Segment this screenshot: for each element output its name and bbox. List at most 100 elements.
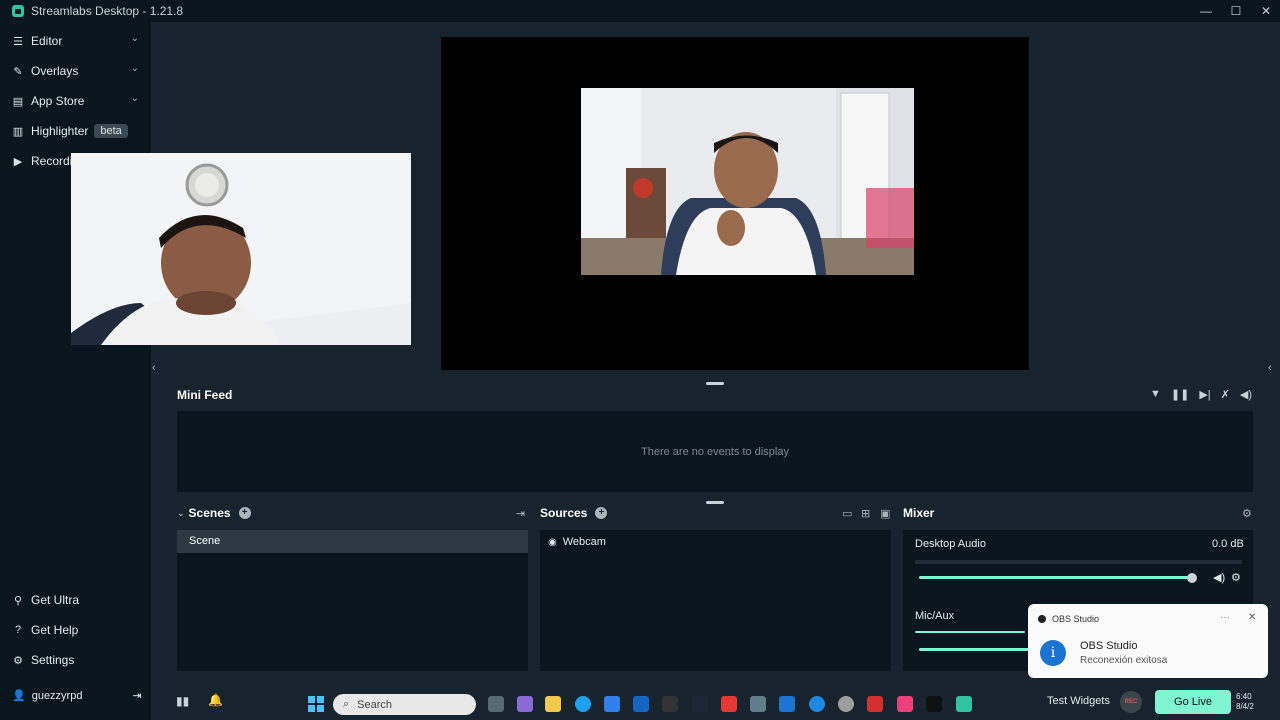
sidebar-item-get-help[interactable]: ? Get Help xyxy=(0,618,151,642)
task-view-icon[interactable] xyxy=(488,696,504,712)
app-icon[interactable] xyxy=(897,696,913,712)
chevron-down-icon[interactable]: ⌄ xyxy=(131,93,139,104)
feed-resize-handle[interactable] xyxy=(706,382,724,385)
overlay-icon: ✎ xyxy=(13,65,23,78)
filter-icon[interactable]: ▼ xyxy=(1150,388,1161,401)
edge-icon[interactable] xyxy=(575,696,591,712)
scenes-list: Scene xyxy=(177,530,528,671)
sidebar-item-settings[interactable]: ⚙ Settings xyxy=(0,648,151,672)
notification-message: Reconexión exitosa xyxy=(1080,655,1168,666)
app-icon[interactable] xyxy=(867,696,883,712)
clock-time: 6:40 xyxy=(1236,692,1252,701)
toast-notification[interactable]: OBS Studio ··· ✕ i OBS Studio Reconexión… xyxy=(1028,604,1268,678)
mini-feed-controls: ▼ ❚❚ ▶| ✗ ◀) xyxy=(1150,388,1252,401)
outlook-icon[interactable] xyxy=(633,696,649,712)
sidebar-item-editor[interactable]: ☰ Editor ⌄ xyxy=(0,29,151,53)
notification-app: OBS Studio xyxy=(1038,614,1099,624)
source-display-icon[interactable]: ▭ xyxy=(842,507,852,520)
mini-feed-title: Mini Feed xyxy=(177,388,233,402)
user-icon: 👤 xyxy=(12,690,26,702)
mute-icon[interactable]: ◀) xyxy=(1213,571,1225,584)
streamlabs-taskbar-icon[interactable] xyxy=(956,696,972,712)
clock-date: 8/4/2 xyxy=(1236,702,1254,711)
stats-icon[interactable]: ▮▮ xyxy=(176,694,189,708)
skip-icon[interactable]: ▶| xyxy=(1199,388,1210,401)
sources-header: Sources + xyxy=(540,506,608,520)
chevron-down-icon[interactable]: ⌄ xyxy=(177,508,185,519)
webcam-preview-source[interactable] xyxy=(581,88,914,275)
sidebar-item-get-ultra[interactable]: ⚲ Get Ultra xyxy=(0,588,151,612)
test-widgets-button[interactable]: Test Widgets xyxy=(1047,695,1110,707)
go-live-button[interactable]: Go Live xyxy=(1155,690,1231,714)
add-scene-button[interactable]: + xyxy=(238,507,251,519)
mixer-channel-name: Desktop Audio xyxy=(915,538,986,550)
mixer-title: Mixer xyxy=(903,506,935,520)
sliders-icon: ☰ xyxy=(13,35,23,48)
volume-slider[interactable] xyxy=(919,576,1191,579)
gear-icon: ⚙ xyxy=(13,654,23,667)
add-source-button[interactable]: + xyxy=(595,507,608,519)
chevron-left-icon[interactable]: ‹ xyxy=(152,362,156,374)
alert-bell-icon[interactable]: 🔔 xyxy=(208,693,223,707)
steam-icon[interactable] xyxy=(692,696,708,712)
store-icon: ▤ xyxy=(12,95,24,108)
mini-feed-box: There are no events to display xyxy=(177,411,1253,492)
app-icon[interactable] xyxy=(779,696,795,712)
file-explorer-icon[interactable] xyxy=(545,696,561,712)
source-group-icon[interactable]: ⊞ xyxy=(861,507,870,520)
sidebar-item-label: Get Help xyxy=(31,623,79,637)
audio-meter xyxy=(915,631,1025,633)
system-clock: 6:40 8/4/2 xyxy=(1236,692,1254,712)
sidebar-item-highlighter[interactable]: ▥ Highlighter beta xyxy=(0,119,151,143)
scene-item[interactable]: Scene xyxy=(177,530,528,553)
beta-badge: beta xyxy=(94,124,128,138)
record-button[interactable]: REC xyxy=(1120,691,1142,713)
source-item[interactable]: ◉ Webcam xyxy=(548,536,606,548)
taskbar-search[interactable]: ⌕ Search xyxy=(333,694,476,715)
sidebar-item-app-store[interactable]: ▤ App Store ⌄ xyxy=(0,89,151,113)
store-app-icon[interactable] xyxy=(604,696,620,712)
mixer-header: Mixer xyxy=(903,506,934,520)
maximize-button[interactable]: ☐ xyxy=(1230,4,1242,18)
stream-preview[interactable] xyxy=(441,37,1029,370)
sidebar-item-label: Highlighter xyxy=(31,124,89,138)
webcam-floating-image xyxy=(71,153,411,345)
more-options-icon[interactable]: ··· xyxy=(1220,612,1230,623)
volume-slider-knob[interactable] xyxy=(1187,573,1197,583)
copilot-icon[interactable] xyxy=(517,696,533,712)
minimize-button[interactable]: — xyxy=(1200,4,1212,18)
app-icon[interactable] xyxy=(662,696,678,712)
scene-transition-icon[interactable]: ⇥ xyxy=(516,507,525,520)
webcam-floating-window[interactable] xyxy=(71,153,411,345)
sources-title: Sources xyxy=(540,506,588,520)
sidebar-item-label: Settings xyxy=(31,653,75,667)
chevron-down-icon[interactable]: ⌄ xyxy=(131,63,139,74)
sidebar-item-label: Get Ultra xyxy=(31,593,80,607)
source-folder-icon[interactable]: ▣ xyxy=(880,507,890,520)
app-icon[interactable] xyxy=(809,696,825,712)
close-button[interactable]: ✕ xyxy=(1260,4,1272,18)
search-icon: ⌕ xyxy=(343,698,350,710)
user-account[interactable]: 👤 guezzyrpd ⇥ xyxy=(12,689,142,703)
chevron-down-icon[interactable]: ⌄ xyxy=(131,33,139,44)
sidebar-item-label: App Store xyxy=(31,94,85,108)
app-icon[interactable] xyxy=(721,696,737,712)
panels-resize-handle[interactable] xyxy=(706,501,724,504)
app-icon[interactable] xyxy=(750,696,766,712)
obs-logo-icon xyxy=(1038,615,1046,623)
webcam-image xyxy=(581,88,914,275)
mixer-settings-icon[interactable]: ⚙ xyxy=(1242,507,1252,520)
sidebar-item-overlays[interactable]: ✎ Overlays ⌄ xyxy=(0,59,151,83)
tiktok-icon[interactable] xyxy=(926,696,942,712)
chevron-right-icon[interactable]: ‹ xyxy=(1268,362,1272,374)
logout-icon[interactable]: ⇥ xyxy=(132,689,141,702)
volume-icon[interactable]: ◀) xyxy=(1240,388,1252,401)
title-bar: Streamlabs Desktop - 1.21.8 — ☐ ✕ xyxy=(0,0,1280,22)
pause-icon[interactable]: ❚❚ xyxy=(1171,388,1189,401)
close-icon[interactable]: ✕ xyxy=(1248,612,1256,623)
windows-start-icon[interactable] xyxy=(308,696,324,712)
mute-alerts-icon[interactable]: ✗ xyxy=(1221,388,1230,401)
volume-slider[interactable] xyxy=(919,648,1029,651)
gear-icon[interactable]: ⚙ xyxy=(1231,571,1241,584)
app-icon[interactable] xyxy=(838,696,854,712)
